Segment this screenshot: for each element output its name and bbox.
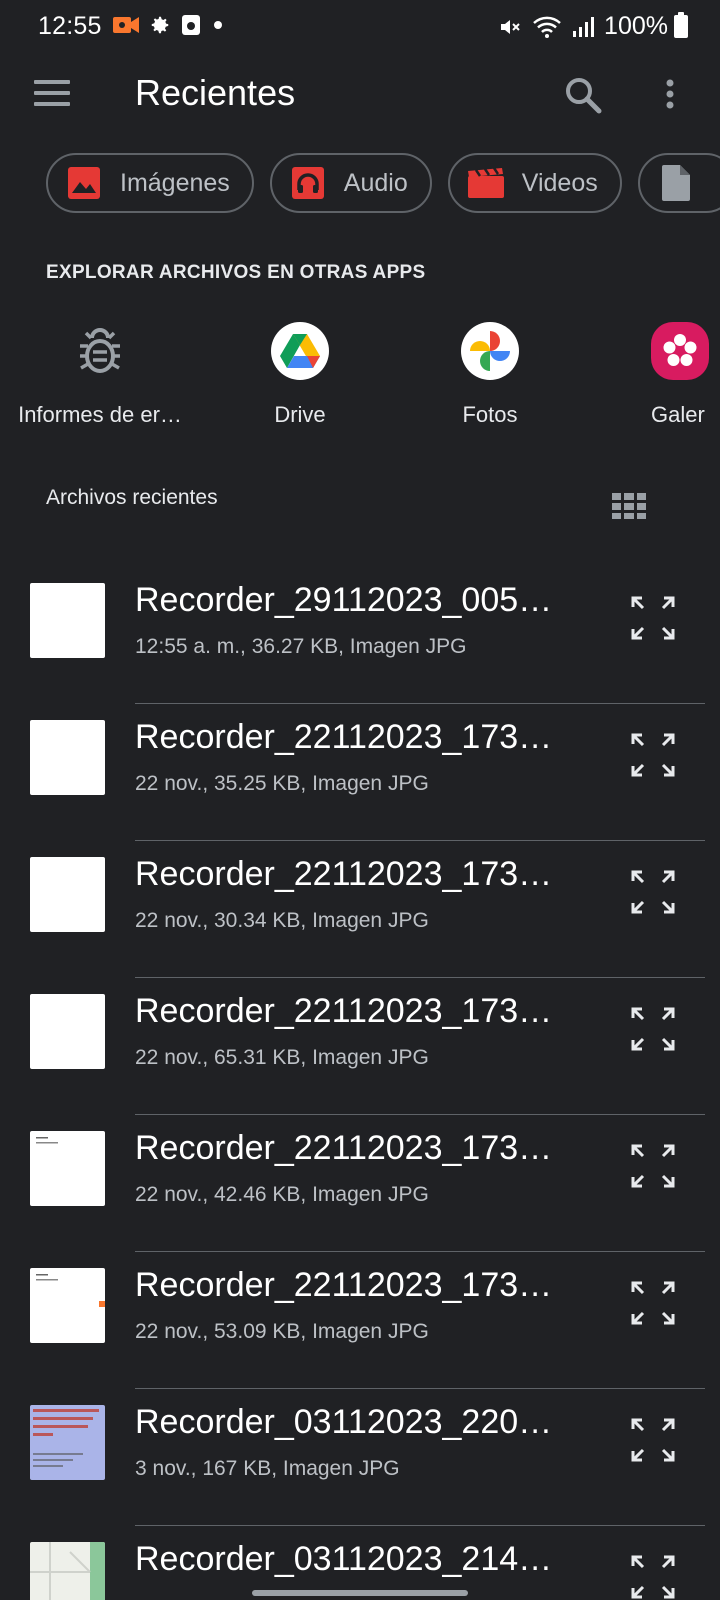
status-notification-icons xyxy=(113,14,225,36)
chip-label: Audio xyxy=(343,168,408,197)
status-system-icons: 100% xyxy=(498,12,668,41)
file-thumbnail xyxy=(30,1405,105,1480)
drive-icon xyxy=(271,322,329,380)
chip-label: Videos xyxy=(521,168,598,197)
file-thumbnail xyxy=(30,994,105,1069)
search-icon[interactable] xyxy=(564,76,604,116)
app-item-photos[interactable]: Fotos xyxy=(390,322,590,428)
grid-view-icon[interactable] xyxy=(612,493,646,519)
app-item-bug-reports[interactable]: Informes de er… xyxy=(0,322,200,428)
app-label: Drive xyxy=(274,402,326,427)
file-thumbnail xyxy=(30,583,105,658)
chip-videos[interactable]: Videos xyxy=(447,153,622,213)
more-options-icon[interactable] xyxy=(660,76,680,116)
mute-icon xyxy=(501,19,520,34)
expand-icon[interactable] xyxy=(630,869,676,915)
file-name: Recorder_29112023_0055… xyxy=(135,581,555,619)
expand-icon[interactable] xyxy=(630,1143,676,1189)
file-name: Recorder_03112023_2208… xyxy=(135,1403,555,1441)
file-thumbnail xyxy=(30,857,105,932)
list-item[interactable]: Recorder_22112023_1732… 22 nov., 30.34 K… xyxy=(0,841,720,978)
app-item-drive[interactable]: Drive xyxy=(200,322,400,428)
file-meta: 22 nov., 53.09 KB, Imagen JPG xyxy=(135,1320,429,1343)
image-icon xyxy=(66,165,102,201)
battery-percentage: 100% xyxy=(604,12,668,40)
list-item[interactable]: Recorder_03112023_2208… 3 nov., 167 KB, … xyxy=(0,1389,720,1526)
file-thumbnail xyxy=(30,1268,105,1343)
expand-icon[interactable] xyxy=(630,1280,676,1326)
screen-record-icon xyxy=(113,17,139,33)
file-name: Recorder_22112023_1736… xyxy=(135,718,555,756)
wifi-icon xyxy=(533,16,561,38)
file-name: Recorder_22112023_1732… xyxy=(135,1129,555,1167)
recent-heading: Archivos recientes xyxy=(46,486,218,509)
app-item-gallery[interactable]: Galer xyxy=(620,322,720,428)
signal-icon xyxy=(573,16,595,37)
chip-label: Imágenes xyxy=(120,168,230,197)
expand-icon[interactable] xyxy=(630,1417,676,1463)
file-meta: 22 nov., 42.46 KB, Imagen JPG xyxy=(135,1183,429,1206)
app-label: Informes de er… xyxy=(18,402,182,427)
list-item[interactable]: Recorder_29112023_0055… 12:55 a. m., 36.… xyxy=(0,567,720,704)
file-meta: 12:55 a. m., 36.27 KB, Imagen JPG xyxy=(135,635,467,658)
home-indicator[interactable] xyxy=(252,1590,468,1596)
list-item[interactable]: Recorder_22112023_1731… 22 nov., 53.09 K… xyxy=(0,1252,720,1389)
list-item[interactable]: Recorder_22112023_1736… 22 nov., 35.25 K… xyxy=(0,704,720,841)
expand-icon[interactable] xyxy=(630,1554,676,1600)
file-meta: 22 nov., 35.25 KB, Imagen JPG xyxy=(135,772,429,795)
file-meta: 22 nov., 30.34 KB, Imagen JPG xyxy=(135,909,429,932)
expand-icon[interactable] xyxy=(630,595,676,641)
chip-images[interactable]: Imágenes xyxy=(46,153,254,213)
file-list: Recorder_29112023_0055… 12:55 a. m., 36.… xyxy=(0,567,720,1600)
status-time: 12:55 xyxy=(38,12,102,40)
expand-icon[interactable] xyxy=(630,732,676,778)
apps-row: Informes de er… Drive Fotos Galer xyxy=(0,322,720,432)
file-thumbnail xyxy=(30,720,105,795)
battery-icon xyxy=(674,12,688,38)
list-item[interactable]: Recorder_22112023_1732… 22 nov., 65.31 K… xyxy=(0,978,720,1115)
app-notification-icon xyxy=(182,15,200,35)
menu-icon[interactable] xyxy=(34,80,70,106)
file-name: Recorder_22112023_1732… xyxy=(135,992,555,1030)
photos-icon xyxy=(461,322,519,380)
app-label: Galer xyxy=(651,402,705,427)
file-name: Recorder_22112023_1732… xyxy=(135,855,555,893)
list-item[interactable]: Recorder_03112023_2144… xyxy=(0,1526,720,1600)
app-bar: Recientes xyxy=(0,52,720,136)
settings-icon xyxy=(151,16,169,34)
expand-icon[interactable] xyxy=(630,1006,676,1052)
app-label: Fotos xyxy=(462,402,518,427)
explore-heading: EXPLORAR ARCHIVOS EN OTRAS APPS xyxy=(46,262,426,283)
file-thumbnail xyxy=(30,1131,105,1206)
chip-documents[interactable] xyxy=(637,153,720,213)
movie-icon xyxy=(467,165,504,201)
file-meta: 3 nov., 167 KB, Imagen JPG xyxy=(135,1457,400,1480)
status-bar: 12:55 100% xyxy=(0,0,720,52)
bug-icon xyxy=(71,322,129,380)
page-title: Recientes xyxy=(135,72,296,113)
list-item[interactable]: Recorder_22112023_1732… 22 nov., 42.46 K… xyxy=(0,1115,720,1252)
chip-audio[interactable]: Audio xyxy=(269,153,432,213)
file-name: Recorder_03112023_2144… xyxy=(135,1540,555,1578)
dot-icon xyxy=(214,21,222,29)
file-meta: 22 nov., 65.31 KB, Imagen JPG xyxy=(135,1046,429,1069)
file-name: Recorder_22112023_1731… xyxy=(135,1266,555,1304)
gallery-icon xyxy=(651,322,709,380)
filter-chips: Imágenes Audio Videos xyxy=(46,153,720,213)
headphones-icon xyxy=(290,165,326,201)
file-thumbnail xyxy=(30,1542,105,1600)
document-icon xyxy=(658,165,694,201)
